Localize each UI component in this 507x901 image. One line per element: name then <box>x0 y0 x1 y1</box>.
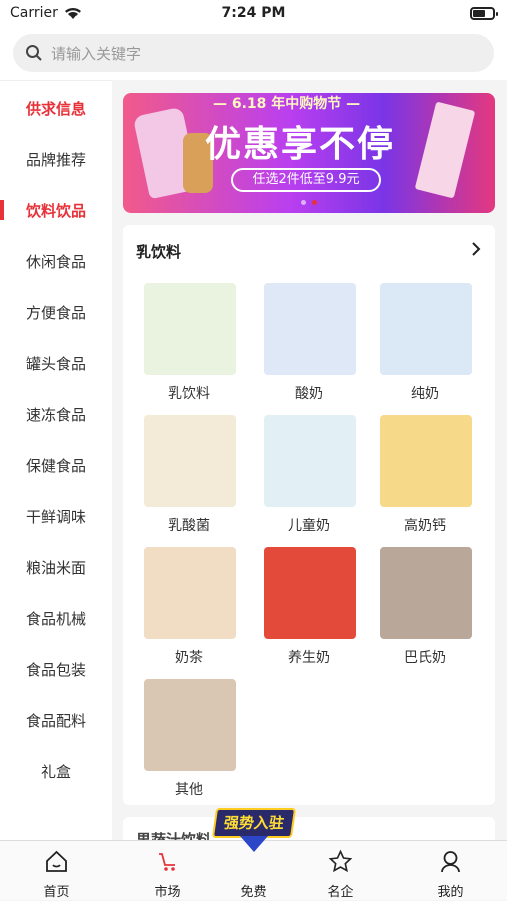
product-image <box>144 415 236 507</box>
tab-label: 我的 <box>437 885 464 900</box>
product-tile-pasteurized[interactable]: 巴氏奶 <box>370 547 480 677</box>
clock: 7:24 PM <box>221 5 286 21</box>
product-label: 乳饮料 <box>168 386 210 402</box>
sidebar-item-packaging[interactable]: 食品包装 <box>0 644 112 695</box>
promo-banner[interactable]: — 6.18 年中购物节 — 优惠享不停 任选2件低至9.9元 <box>123 93 495 213</box>
sidebar-item-health[interactable]: 保健食品 <box>0 440 112 491</box>
product-label: 其他 <box>175 782 203 798</box>
sidebar-item-gift-box[interactable]: 礼盒 <box>0 746 112 797</box>
section-title: 乳饮料 <box>136 243 182 261</box>
chevron-right-icon[interactable] <box>471 241 481 262</box>
tab-label: 名企 <box>327 885 354 900</box>
search-icon <box>25 44 43 66</box>
sidebar-item-brand[interactable]: 品牌推荐 <box>0 134 112 185</box>
product-label: 乳酸菌 <box>168 518 210 534</box>
product-label: 巴氏奶 <box>404 650 446 666</box>
product-tile-health-milk[interactable]: 养生奶 <box>254 547 364 677</box>
product-label: 酸奶 <box>295 386 323 402</box>
product-image <box>264 283 356 375</box>
sidebar-item-canned[interactable]: 罐头食品 <box>0 338 112 389</box>
tab-label: 免费 <box>240 885 267 900</box>
sidebar-item-label: 供求信息 <box>25 100 86 118</box>
sidebar-item-frozen[interactable]: 速冻食品 <box>0 389 112 440</box>
product-image <box>380 283 472 375</box>
product-tile-yogurt[interactable]: 酸奶 <box>254 283 364 413</box>
home-icon <box>44 849 69 874</box>
product-label: 儿童奶 <box>288 518 330 534</box>
banner-offer: 任选2件低至9.9元 <box>231 168 381 192</box>
sidebar-item-label: 礼盒 <box>40 763 71 781</box>
sidebar-item-label: 速冻食品 <box>25 406 86 424</box>
status-bar: Carrier 7:24 PM <box>0 0 507 28</box>
sidebar-item-label: 品牌推荐 <box>25 151 86 169</box>
sidebar-item-machinery[interactable]: 食品机械 <box>0 593 112 644</box>
banner-event-title: — 6.18 年中购物节 — <box>213 96 361 112</box>
category-sidebar: 供求信息 品牌推荐 饮料饮品 休闲食品 方便食品 罐头食品 速冻食品 保健食品 … <box>0 80 112 840</box>
product-label: 养生奶 <box>288 650 330 666</box>
sidebar-item-label: 休闲食品 <box>25 253 86 271</box>
tab-mine[interactable]: 我的 <box>400 841 501 901</box>
main-content: — 6.18 年中购物节 — 优惠享不停 任选2件低至9.9元 乳饮料 乳饮料 … <box>112 80 507 840</box>
sidebar-item-label: 食品配料 <box>25 712 86 730</box>
product-label: 高奶钙 <box>404 518 446 534</box>
tab-home[interactable]: 首页 <box>6 841 107 901</box>
banner-headline: 优惠享不停 <box>205 124 396 165</box>
down-arrow-icon <box>240 836 268 852</box>
category-card: 乳饮料 乳饮料 酸奶 纯奶 乳酸菌 儿童奶 高奶钙 奶茶 养生奶 巴氏奶 其他 <box>123 225 495 805</box>
search-bar: 请输入关键字 <box>0 28 507 80</box>
sidebar-item-label: 食品机械 <box>25 610 86 628</box>
sidebar-item-seasoning[interactable]: 干鲜调味 <box>0 491 112 542</box>
sidebar-item-beverages[interactable]: 饮料饮品 <box>0 185 112 236</box>
sidebar-item-supply-info[interactable]: 供求信息 <box>0 83 112 134</box>
search-placeholder: 请输入关键字 <box>51 45 142 63</box>
star-icon <box>328 849 353 874</box>
carousel-indicator <box>123 200 495 205</box>
product-image <box>264 547 356 639</box>
product-image <box>380 547 472 639</box>
promo-badge-label: 强势入驻 <box>211 808 297 838</box>
product-image <box>380 415 472 507</box>
product-tile-lactobacillus[interactable]: 乳酸菌 <box>134 415 244 545</box>
product-image <box>264 415 356 507</box>
carousel-dot <box>301 200 306 205</box>
product-tile-milk-drink[interactable]: 乳饮料 <box>134 283 244 413</box>
product-image <box>414 101 476 199</box>
active-indicator <box>0 200 4 220</box>
product-image <box>144 283 236 375</box>
sidebar-item-label: 方便食品 <box>25 304 86 322</box>
battery-icon <box>470 7 498 20</box>
sidebar-item-label: 罐头食品 <box>25 355 86 373</box>
sidebar-item-label: 食品包装 <box>25 661 86 679</box>
category-card-next: 果蔬汁饮料 <box>123 817 495 840</box>
sidebar-item-label: 粮油米面 <box>25 559 86 577</box>
sidebar-item-label: 干鲜调味 <box>25 508 86 526</box>
search-input[interactable]: 请输入关键字 <box>13 34 494 72</box>
product-image <box>144 547 236 639</box>
product-label: 奶茶 <box>175 650 203 666</box>
product-tile-high-calcium[interactable]: 高奶钙 <box>370 415 480 545</box>
sidebar-item-label: 保健食品 <box>25 457 86 475</box>
product-tile-pure-milk[interactable]: 纯奶 <box>370 283 480 413</box>
product-tile-milk-tea[interactable]: 奶茶 <box>134 547 244 677</box>
sidebar-item-grain[interactable]: 粮油米面 <box>0 542 112 593</box>
sidebar-item-label: 饮料饮品 <box>25 202 86 220</box>
user-icon <box>438 849 463 874</box>
product-label: 纯奶 <box>411 386 439 402</box>
product-tile-other[interactable]: 其他 <box>134 679 244 809</box>
promo-badge[interactable]: 强势入驻 <box>211 808 297 858</box>
tab-label: 首页 <box>43 885 70 900</box>
sidebar-item-ingredients[interactable]: 食品配料 <box>0 695 112 746</box>
carousel-dot-active <box>312 200 317 205</box>
product-image <box>144 679 236 771</box>
tab-enterprises[interactable]: 名企 <box>290 841 391 901</box>
sidebar-item-instant[interactable]: 方便食品 <box>0 287 112 338</box>
sidebar-item-snacks[interactable]: 休闲食品 <box>0 236 112 287</box>
cart-icon <box>155 849 180 874</box>
section-title: 果蔬汁饮料 <box>136 831 212 840</box>
product-tile-kids-milk[interactable]: 儿童奶 <box>254 415 364 545</box>
